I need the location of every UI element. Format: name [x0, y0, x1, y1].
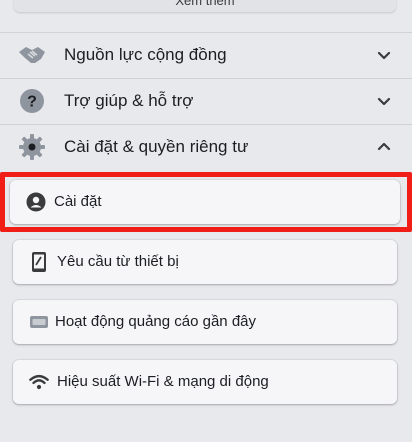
submenu-item-label: Hoạt động quảng cáo gần đây: [55, 313, 256, 330]
menu-item-label: Cài đặt & quyền riêng tư: [64, 137, 249, 156]
submenu-item-settings[interactable]: Cài đặt: [10, 180, 400, 224]
submenu-item-device-requests[interactable]: Yêu cầu từ thiết bị: [13, 240, 397, 284]
submenu-item-wifi-mobile-performance[interactable]: Hiệu suất Wi-Fi & mạng di động: [13, 360, 397, 404]
menu-item-label: Nguồn lực cộng đồng: [64, 45, 227, 64]
handshake-icon: [17, 42, 47, 68]
ad-icon: [29, 312, 49, 332]
submenu-item-label: Yêu cầu từ thiết bị: [57, 253, 179, 270]
see-more-label: Xem thêm: [175, 0, 235, 8]
gear-icon: [17, 134, 47, 160]
chevron-up-icon: [376, 139, 392, 155]
phone-icon: [29, 252, 49, 272]
submenu-item-label: Cài đặt: [54, 193, 102, 210]
menu-item-community-resources[interactable]: Nguồn lực cộng đồng: [0, 32, 412, 78]
wifi-icon: [29, 372, 49, 392]
submenu-item-recent-ad-activity[interactable]: Hoạt động quảng cáo gần đây: [13, 300, 397, 344]
menu-item-label: Trợ giúp & hỗ trợ: [64, 91, 194, 110]
chevron-down-icon: [376, 93, 392, 109]
user-circle-icon: [26, 192, 46, 212]
question-icon: ?: [17, 88, 47, 114]
chevron-down-icon: [376, 47, 392, 63]
submenu-item-label: Hiệu suất Wi-Fi & mạng di động: [57, 373, 269, 390]
menu-item-settings-privacy[interactable]: Cài đặt & quyền riêng tư: [0, 124, 412, 170]
menu-item-help-support[interactable]: ? Trợ giúp & hỗ trợ: [0, 78, 412, 124]
see-more-button[interactable]: Xem thêm: [14, 0, 396, 12]
svg-text:?: ?: [27, 94, 37, 111]
